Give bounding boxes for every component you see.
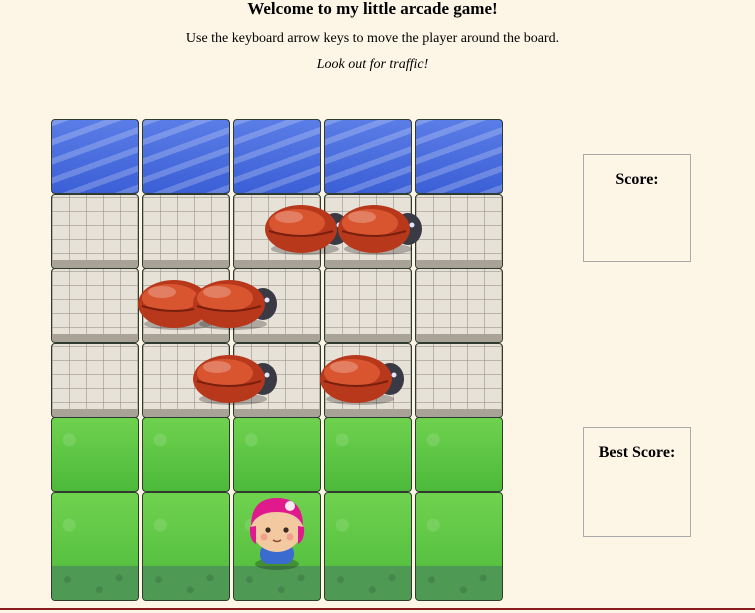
header: Welcome to my little arcade game! Use th…	[0, 0, 745, 73]
best-score-panel: Best Score:	[583, 427, 691, 537]
water-tile	[233, 119, 321, 194]
stone-tile	[142, 194, 230, 269]
stone-tile	[415, 343, 503, 418]
stone-tile	[324, 268, 412, 343]
game-board[interactable]	[51, 119, 506, 601]
grass-tile	[233, 417, 321, 492]
stone-tile	[51, 343, 139, 418]
enemy-bug-icon	[191, 349, 279, 409]
enemy-bug-icon	[336, 199, 424, 259]
instructions-text: Use the keyboard arrow keys to move the …	[185, 31, 560, 46]
stone-tile	[415, 268, 503, 343]
page-title: Welcome to my little arcade game!	[247, 0, 498, 18]
water-tile	[51, 119, 139, 194]
stone-tile	[51, 268, 139, 343]
grass-tile	[415, 417, 503, 492]
water-tile	[415, 119, 503, 194]
grass-tile	[415, 492, 503, 601]
grass-tile	[142, 492, 230, 601]
enemy-bug-icon	[191, 274, 279, 334]
score-label: Score:	[615, 171, 659, 188]
grass-tile	[324, 492, 412, 601]
bottom-rule	[0, 608, 755, 610]
water-tile	[324, 119, 412, 194]
grass-tile	[51, 492, 139, 601]
score-panel: Score:	[583, 154, 691, 262]
grass-tile	[142, 417, 230, 492]
stone-tile	[51, 194, 139, 269]
grass-tile	[51, 417, 139, 492]
warning-text: Look out for traffic!	[316, 57, 429, 72]
stone-tile	[415, 194, 503, 269]
best-score-label: Best Score:	[598, 444, 676, 461]
water-tile	[142, 119, 230, 194]
grass-tile	[324, 417, 412, 492]
player-character-icon[interactable]	[242, 494, 312, 572]
enemy-bug-icon	[318, 349, 406, 409]
